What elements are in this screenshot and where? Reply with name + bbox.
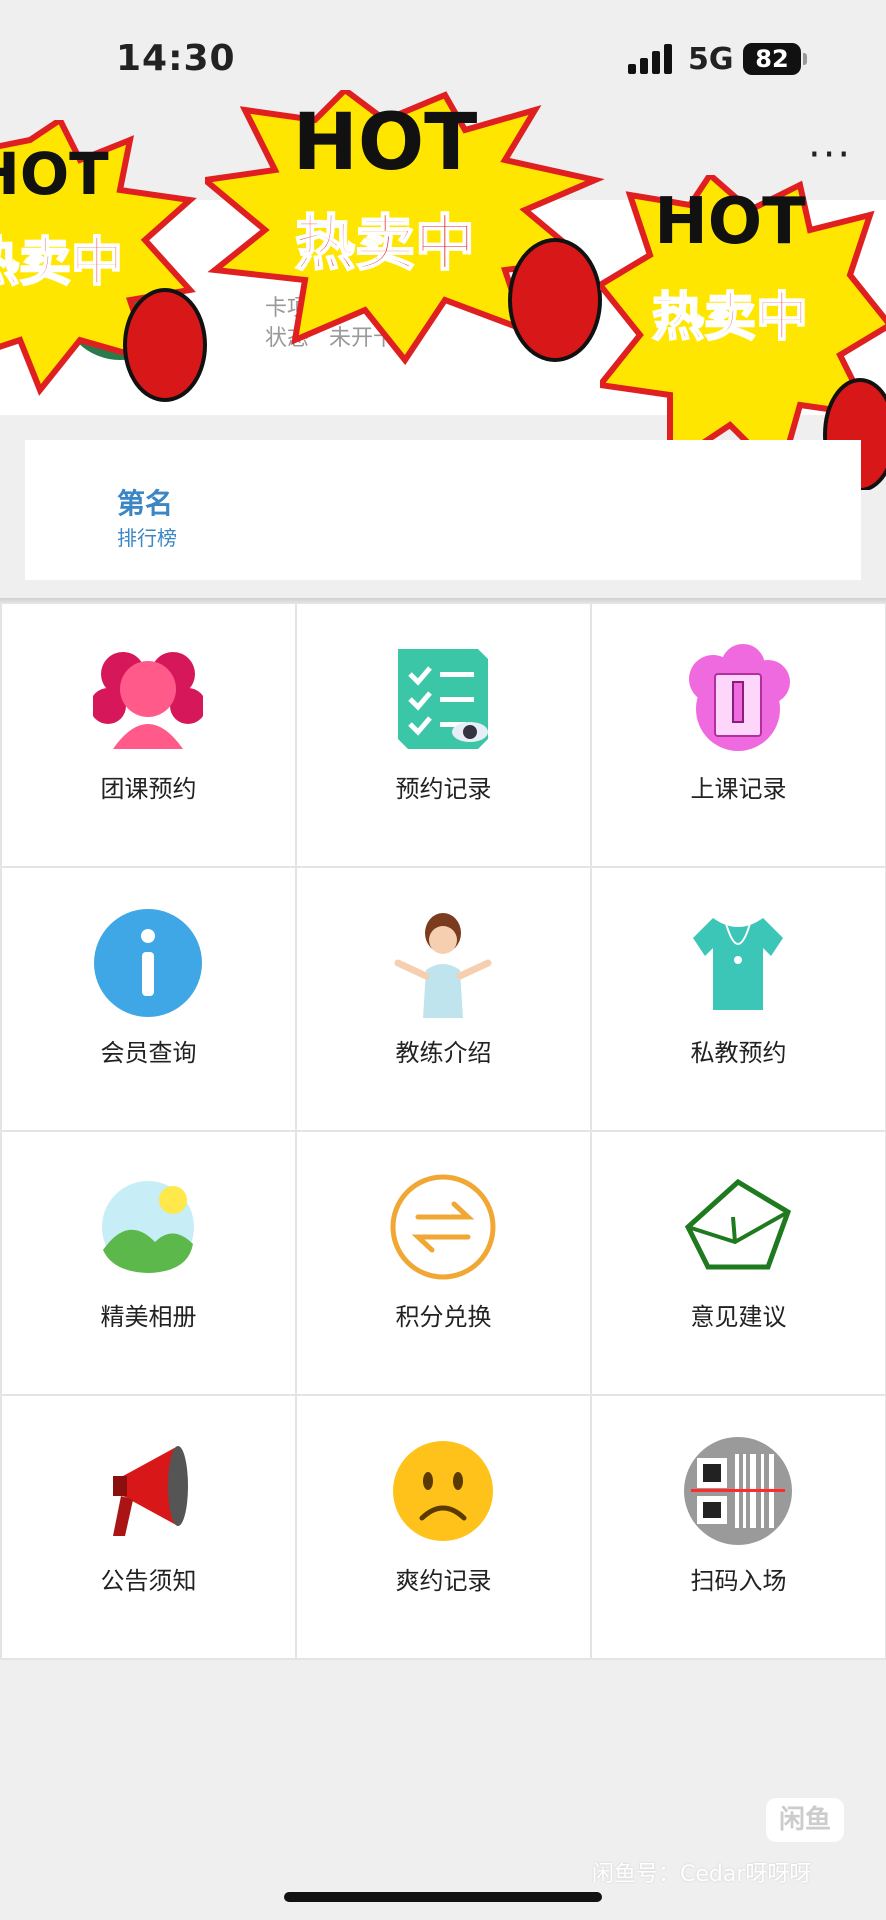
hot-text: HOT [654, 185, 806, 259]
battery-icon: 82 [743, 43, 801, 75]
grid-item-album[interactable]: 精美相册 [2, 1132, 295, 1394]
grid-item-notice[interactable]: 公告须知 [2, 1396, 295, 1658]
megaphone-icon [113, 1446, 188, 1536]
battery-cap [803, 53, 807, 65]
feature-grid: 团课预约 预约记录 上课记录 会员查询 教练介绍 私教预约 精美相册 积分兑换 … [0, 604, 886, 1660]
rank-title: 第名 [117, 487, 174, 520]
hot-subtext: 热卖中 [0, 232, 124, 294]
grid-item-coach[interactable]: 教练介绍 [297, 868, 590, 1130]
grid-item-class-record[interactable]: 上课记录 [592, 604, 885, 866]
grid-label: 预约记录 [395, 775, 492, 803]
home-indicator[interactable] [284, 1892, 602, 1902]
grid-item-private-coach[interactable]: 私教预约 [592, 868, 885, 1130]
grid-item-feedback[interactable]: 意见建议 [592, 1132, 885, 1394]
album-icon [102, 1181, 194, 1273]
status-time: 14:30 [116, 38, 236, 79]
grid-label: 扫码入场 [690, 1567, 787, 1595]
grid-label: 精美相册 [100, 1303, 197, 1331]
grid-label: 上课记录 [690, 775, 787, 803]
rank-card[interactable]: 第名 排行榜 [25, 440, 861, 580]
coach-icon [394, 913, 492, 1018]
hot-sticker-left: HOT 热卖中 [0, 115, 210, 420]
more-icon[interactable]: ··· [808, 135, 852, 175]
grid-label: 私教预约 [690, 1039, 787, 1067]
grid-item-member-query[interactable]: 会员查询 [2, 868, 295, 1130]
grid-label: 公告须知 [100, 1567, 197, 1595]
rank-subtitle: 排行榜 [117, 526, 177, 550]
grid-item-scan-entry[interactable]: 扫码入场 [592, 1396, 885, 1658]
hot-sticker-center: HOT 热卖中 [197, 86, 605, 370]
grid-label: 爽约记录 [395, 1567, 492, 1595]
grid-label: 会员查询 [100, 1039, 197, 1067]
envelope-icon [684, 1178, 792, 1270]
hot-subtext: 热卖中 [651, 287, 809, 349]
shirt-icon [693, 918, 783, 1010]
exchange-icon [390, 1174, 496, 1280]
hot-subtext: 热卖中 [294, 208, 476, 280]
class-record-icon [689, 644, 790, 751]
grid-label: 意见建议 [690, 1303, 787, 1331]
grid-label: 团课预约 [100, 775, 197, 803]
signal-icon [628, 44, 674, 74]
grid-item-group-class[interactable]: 团课预约 [2, 604, 295, 866]
network-type: 5G [688, 42, 734, 77]
group-class-icon [93, 652, 203, 749]
grid-item-no-show[interactable]: 爽约记录 [297, 1396, 590, 1658]
grid-label: 教练介绍 [395, 1039, 492, 1067]
grid-label: 积分兑换 [395, 1303, 492, 1331]
grid-item-booking-record[interactable]: 预约记录 [297, 604, 590, 866]
sad-face-icon [393, 1441, 493, 1541]
qr-scan-icon [684, 1437, 792, 1545]
watermark-text: 闲鱼号：Cedar呀呀呀 [592, 1862, 812, 1887]
info-icon [94, 909, 202, 1017]
hot-text: HOT [0, 140, 109, 208]
hot-text: HOT [292, 98, 478, 188]
watermark-logo: 闲鱼 [766, 1798, 844, 1842]
grid-item-points-exchange[interactable]: 积分兑换 [297, 1132, 590, 1394]
booking-record-icon [398, 649, 488, 749]
